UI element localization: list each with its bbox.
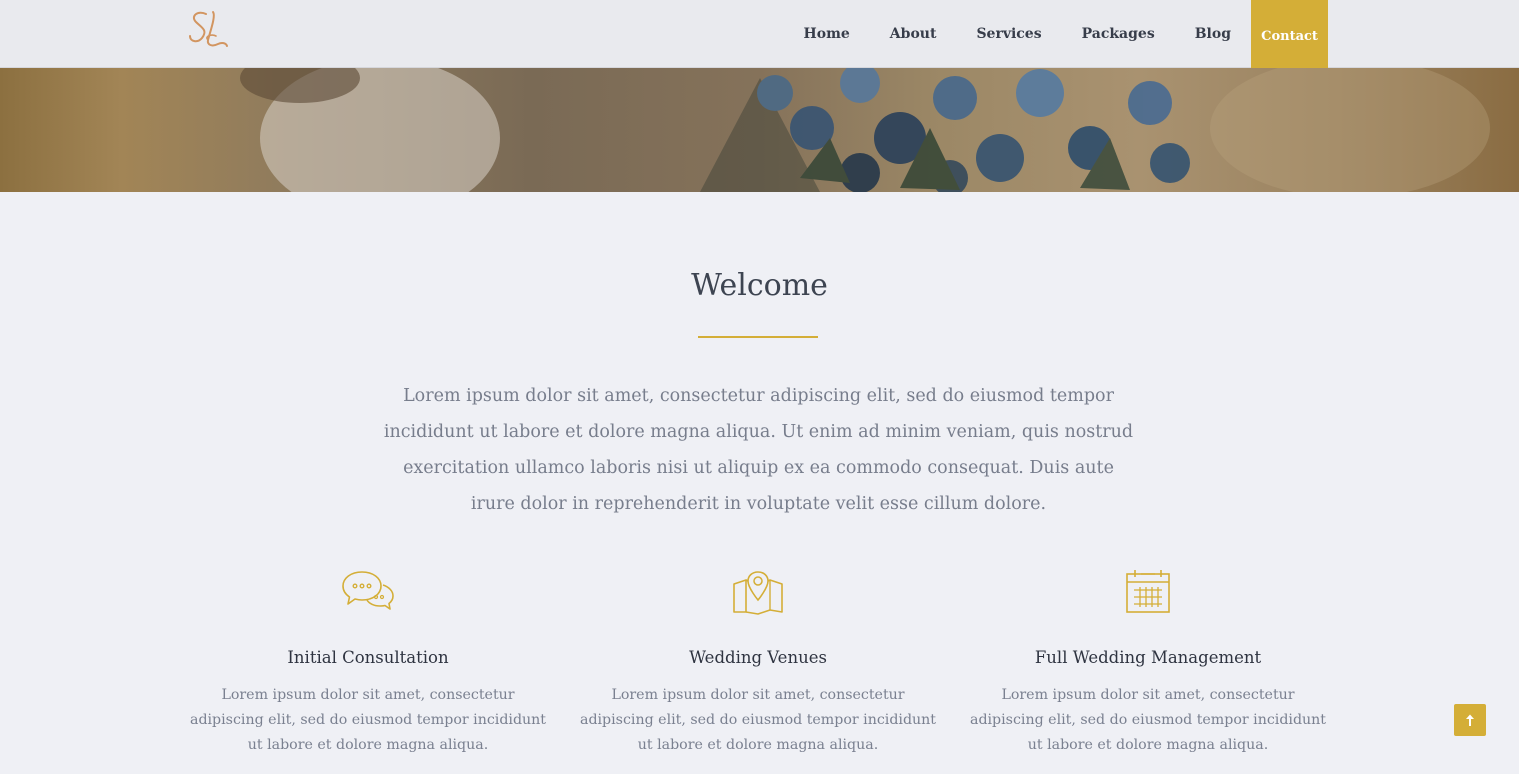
feature-text: Lorem ipsum dolor sit amet, consectetur … [189, 687, 547, 753]
feature-initial-consultation: Initial Consultation Lorem ipsum dolor s… [183, 566, 553, 758]
nav-services[interactable]: Services [956, 0, 1061, 68]
feature-title: Full Wedding Management [1034, 648, 1262, 667]
chat-bubbles-icon [342, 571, 394, 610]
calendar-icon [1126, 570, 1170, 613]
welcome-title: Welcome [691, 268, 828, 303]
back-to-top-button[interactable] [1454, 704, 1486, 736]
logo[interactable] [186, 6, 230, 50]
nav-contact-button[interactable]: Contact [1251, 0, 1328, 68]
nav-packages[interactable]: Packages [1062, 0, 1175, 68]
logo-monogram-icon [189, 11, 228, 47]
feature-wedding-venues: Wedding Venues Lorem ipsum dolor sit ame… [573, 566, 943, 758]
welcome-text: Lorem ipsum dolor sit amet, consectetur … [383, 386, 1134, 514]
nav-home[interactable]: Home [784, 0, 870, 68]
hero-image [0, 68, 1519, 192]
nav-blog[interactable]: Blog [1175, 0, 1251, 68]
flowers-bouquet-image [240, 68, 1490, 192]
feature-text: Lorem ipsum dolor sit amet, consectetur … [969, 687, 1327, 753]
nav-about[interactable]: About [870, 0, 957, 68]
map-pin-icon [733, 571, 783, 615]
feature-text: Lorem ipsum dolor sit amet, consectetur … [579, 687, 937, 753]
feature-full-wedding-management: Full Wedding Management Lorem ipsum dolo… [963, 566, 1333, 758]
arrow-up-icon [1466, 714, 1474, 726]
title-divider [698, 336, 818, 338]
feature-title: Wedding Venues [689, 648, 827, 667]
main-nav: Home About Services Packages Blog Contac… [784, 0, 1328, 68]
feature-title: Initial Consultation [287, 648, 449, 667]
site-header: Home About Services Packages Blog Contac… [0, 0, 1519, 68]
